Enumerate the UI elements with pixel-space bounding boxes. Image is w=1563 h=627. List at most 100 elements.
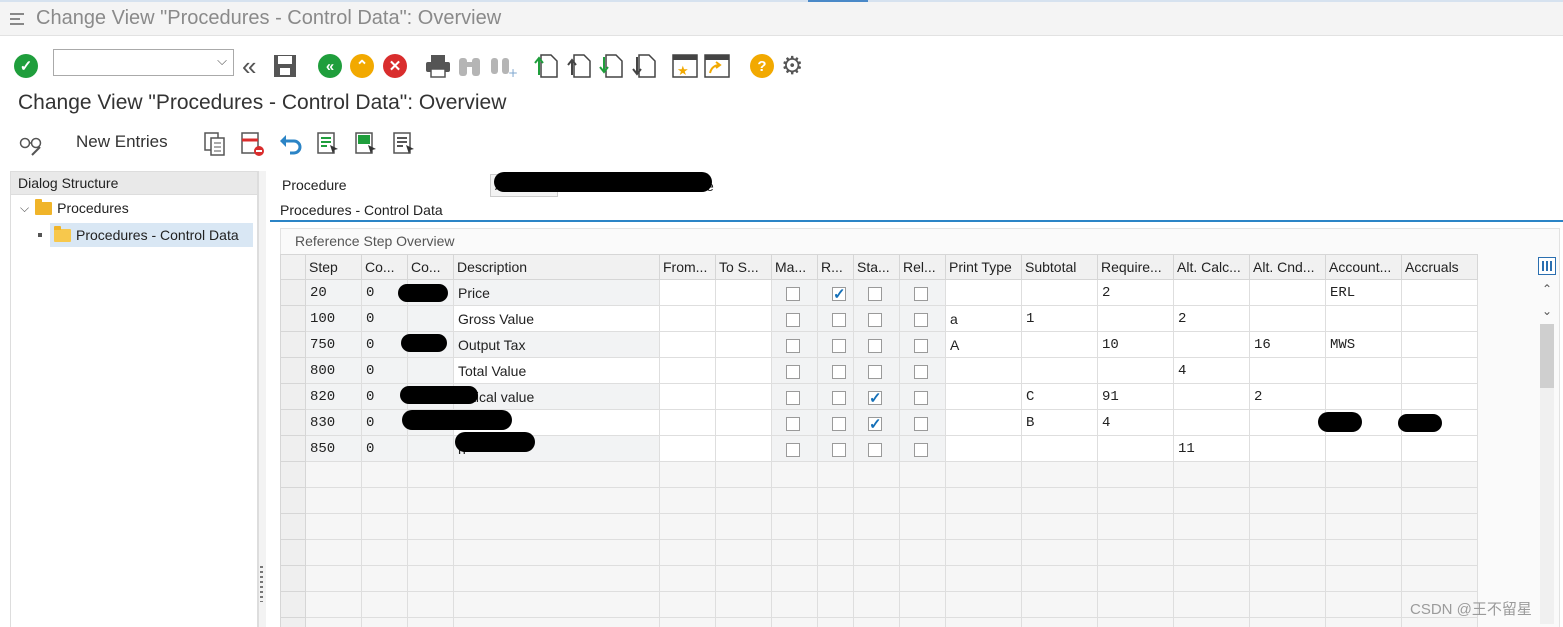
print-type-cell[interactable] (945, 357, 1022, 384)
column-header-subtotal[interactable]: Subtotal (1021, 254, 1098, 280)
relevant-checkbox[interactable] (914, 442, 928, 457)
required-checkbox[interactable] (832, 442, 846, 457)
relevant-checkbox[interactable] (914, 364, 928, 379)
to-step-cell[interactable] (715, 383, 772, 410)
subtotal-cell[interactable]: 1 (1021, 305, 1098, 332)
alt-cnd-cell[interactable] (1249, 435, 1326, 462)
statistical-checkbox[interactable] (868, 338, 882, 353)
column-header-statistical[interactable]: Sta... (853, 254, 900, 280)
print-type-cell[interactable] (945, 435, 1022, 462)
column-header-condition-type[interactable]: Co... (407, 254, 454, 280)
chevron-down-icon[interactable]: ⌵ (20, 201, 29, 216)
alt-cnd-cell[interactable] (1249, 357, 1326, 384)
panel-splitter[interactable] (258, 171, 266, 627)
to-step-cell[interactable] (715, 305, 772, 332)
shortcut-button[interactable] (704, 52, 730, 80)
to-step-cell[interactable] (715, 331, 772, 358)
manual-checkbox[interactable] (786, 390, 800, 405)
row-selector[interactable] (280, 331, 306, 358)
relevant-checkbox[interactable] (914, 312, 928, 327)
manual-checkbox[interactable] (786, 442, 800, 457)
table-row[interactable]: 100 0 Gross Value a 1 2 (280, 305, 1478, 332)
column-header-alt-calc[interactable]: Alt. Calc... (1173, 254, 1250, 280)
subtotal-cell[interactable] (1021, 331, 1098, 358)
account-key-cell[interactable] (1325, 305, 1402, 332)
description-cell[interactable]: Output Tax (453, 331, 660, 358)
accruals-cell[interactable] (1401, 357, 1478, 384)
alt-cnd-cell[interactable] (1249, 279, 1326, 306)
column-header-step[interactable]: Step (305, 254, 362, 280)
to-step-cell[interactable] (715, 435, 772, 462)
column-header-manual[interactable]: Ma... (771, 254, 818, 280)
requirement-cell[interactable] (1097, 435, 1174, 462)
column-header-account-key[interactable]: Account... (1325, 254, 1402, 280)
alt-calc-cell[interactable] (1173, 279, 1250, 306)
table-vertical-scrollbar[interactable]: ⌃ ⌄ (1537, 254, 1559, 627)
alt-calc-cell[interactable] (1173, 331, 1250, 358)
command-field[interactable]: ⌵ (53, 49, 234, 76)
undo-change-button[interactable] (278, 130, 304, 158)
to-step-cell[interactable] (715, 279, 772, 306)
column-header-to-step[interactable]: To S... (715, 254, 772, 280)
accruals-cell[interactable] (1401, 305, 1478, 332)
from-step-cell[interactable] (659, 435, 716, 462)
alt-calc-cell[interactable] (1173, 409, 1250, 436)
help-button[interactable]: ? (750, 52, 774, 80)
account-key-cell[interactable] (1325, 383, 1402, 410)
requirement-cell[interactable]: 10 (1097, 331, 1174, 358)
row-selector[interactable] (280, 409, 306, 436)
statistical-checkbox[interactable] (868, 415, 882, 433)
subtotal-cell[interactable]: C (1021, 383, 1098, 410)
tab-control-data[interactable]: Procedures - Control Data (270, 200, 1563, 222)
subtotal-cell[interactable] (1021, 357, 1098, 384)
table-settings-icon[interactable] (1538, 257, 1556, 275)
accruals-cell[interactable] (1401, 435, 1478, 462)
tree-item-procedures-control-data[interactable]: Procedures - Control Data (38, 223, 257, 247)
row-selector[interactable] (280, 357, 306, 384)
first-page-button[interactable] (533, 52, 559, 80)
required-checkbox[interactable] (832, 416, 846, 431)
from-step-cell[interactable] (659, 279, 716, 306)
from-step-cell[interactable] (659, 305, 716, 332)
alt-calc-cell[interactable]: 4 (1173, 357, 1250, 384)
table-row[interactable]: 800 0 Total Value 4 (280, 357, 1478, 384)
alt-cnd-cell[interactable]: 2 (1249, 383, 1326, 410)
column-header-print-type[interactable]: Print Type (945, 254, 1022, 280)
table-row[interactable]: 750 0 Output Tax A 10 16 MWS (280, 331, 1478, 358)
from-step-cell[interactable] (659, 409, 716, 436)
print-type-cell[interactable]: a (945, 305, 1022, 332)
alt-cnd-cell[interactable] (1249, 409, 1326, 436)
select-all-column[interactable] (280, 254, 306, 280)
exit-button[interactable]: ⌃ (350, 52, 374, 80)
required-checkbox[interactable] (832, 312, 846, 327)
previous-page-button[interactable] (566, 52, 592, 80)
print-button[interactable] (425, 52, 451, 80)
create-session-button[interactable]: ★ (672, 52, 698, 80)
relevant-checkbox[interactable] (914, 338, 928, 353)
column-header-accruals[interactable]: Accruals (1401, 254, 1478, 280)
scroll-thumb[interactable] (1540, 324, 1554, 388)
tree-item-procedures[interactable]: ⌵ Procedures (20, 196, 129, 220)
settings-button[interactable]: ⚙ (781, 52, 803, 80)
display-change-button[interactable] (18, 130, 44, 158)
from-step-cell[interactable] (659, 331, 716, 358)
alt-calc-cell[interactable]: 11 (1173, 435, 1250, 462)
print-type-cell[interactable] (945, 383, 1022, 410)
column-header-alt-cnd[interactable]: Alt. Cnd... (1249, 254, 1326, 280)
alt-cnd-cell[interactable]: 16 (1249, 331, 1326, 358)
description-cell[interactable]: tistical value (453, 383, 660, 410)
select-all-button[interactable] (316, 130, 342, 158)
alt-calc-cell[interactable] (1173, 383, 1250, 410)
column-header-requirement[interactable]: Require... (1097, 254, 1174, 280)
last-page-button[interactable] (631, 52, 657, 80)
print-type-cell[interactable]: A (945, 331, 1022, 358)
row-selector[interactable] (280, 383, 306, 410)
requirement-cell[interactable]: 2 (1097, 279, 1174, 306)
manual-checkbox[interactable] (786, 286, 800, 301)
accruals-cell[interactable] (1401, 279, 1478, 306)
deselect-all-button[interactable] (392, 130, 418, 158)
account-key-cell[interactable]: ERL (1325, 279, 1402, 306)
scroll-up-icon[interactable]: ⌃ (1542, 282, 1552, 296)
relevant-checkbox[interactable] (914, 390, 928, 405)
table-row[interactable]: 200Price2ERL (280, 279, 1478, 306)
